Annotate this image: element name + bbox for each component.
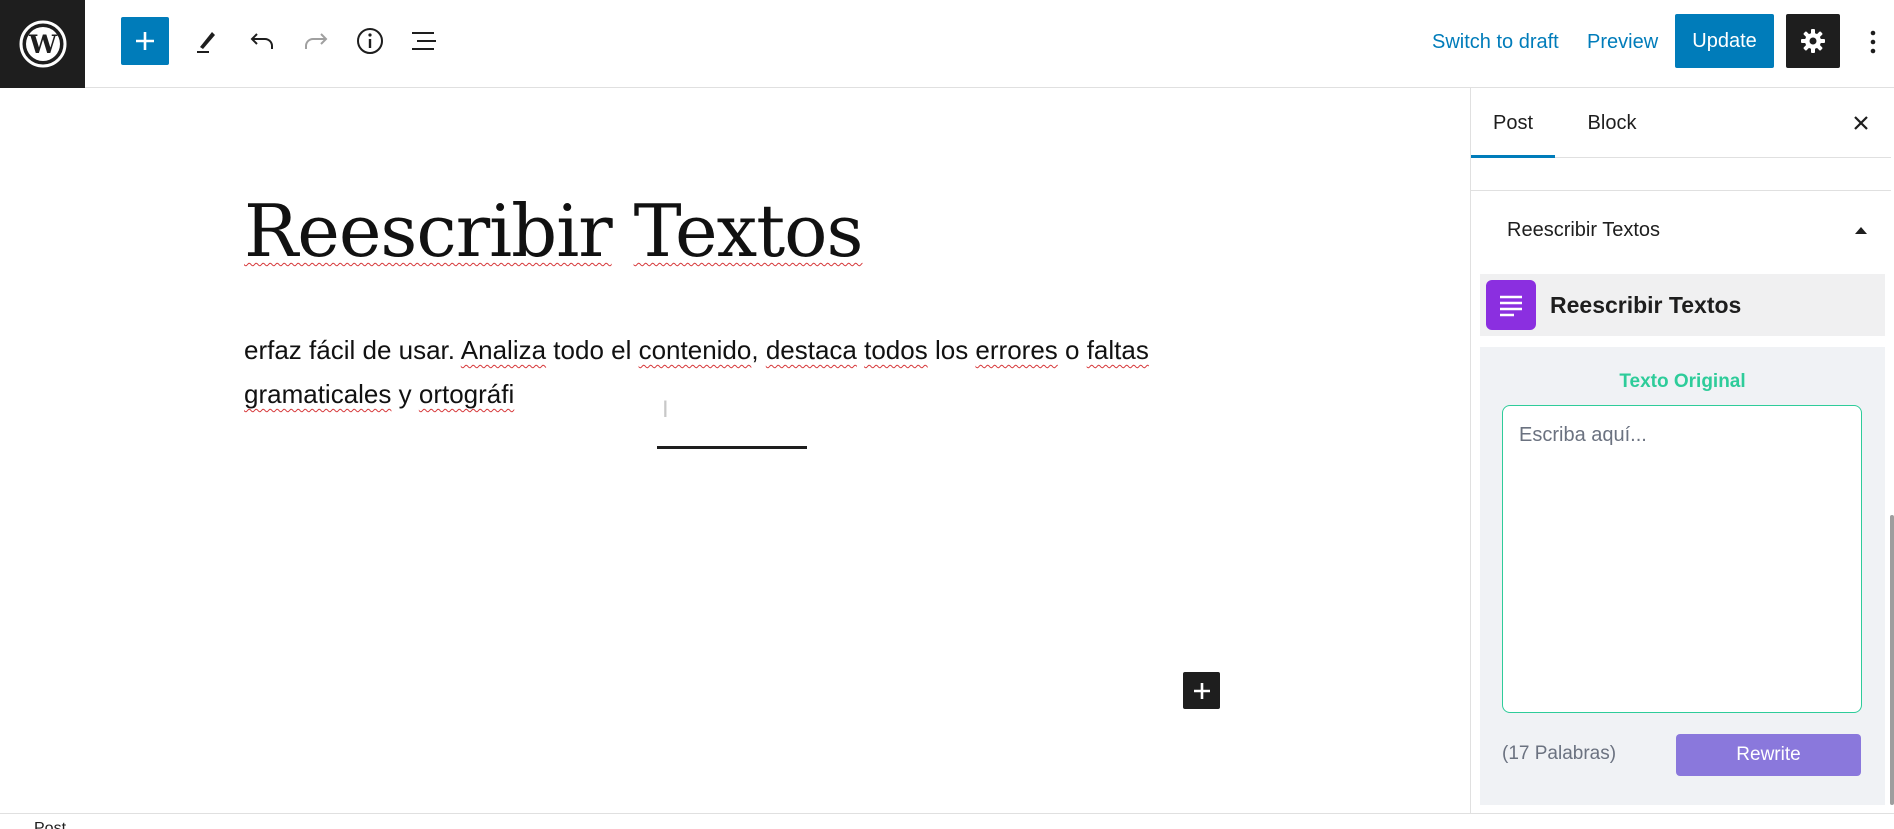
sidebar-scrollbar[interactable] [1890,515,1894,805]
plus-icon [136,32,154,50]
editor-canvas[interactable]: Reescribir Textos erfaz fácil de usar. A… [0,88,1470,813]
breadcrumb[interactable]: Post [34,819,66,829]
rewrite-button[interactable]: Rewrite [1676,734,1861,776]
inline-block-inserter-button[interactable] [1183,672,1220,709]
paragraph-text: y [391,379,419,409]
close-icon [1854,116,1868,130]
panel-divider [1471,190,1891,191]
tab-post[interactable]: Post [1471,88,1555,158]
switch-to-draft-button[interactable]: Switch to draft [1432,30,1559,54]
redo-button[interactable] [292,17,340,65]
paragraph-block[interactable]: erfaz fácil de usar. Analiza todo el con… [244,328,1224,416]
spell-error-word: destaca [765,335,857,365]
original-text-input[interactable] [1502,405,1862,713]
spell-error-word: todos [864,335,928,365]
tab-block[interactable]: Block [1577,88,1647,158]
gear-icon [1801,29,1825,53]
undo-button[interactable] [238,17,286,65]
block-inserter-button[interactable] [121,17,169,65]
close-sidebar-button[interactable] [1846,108,1876,138]
spell-error-word: contenido [638,335,752,365]
info-icon [357,28,383,54]
spell-error-word: ortográfi [418,379,515,409]
update-button[interactable]: Update [1675,14,1774,68]
post-title[interactable]: Reescribir Textos [244,186,864,276]
pencil-icon [197,32,215,53]
plus-icon [1193,682,1210,699]
word-count: (17 Palabras) [1502,743,1617,764]
sidebar-tabs: Post Block [1471,88,1891,158]
list-view-button[interactable] [400,17,448,65]
original-text-label: Texto Original [1619,371,1746,392]
editor-toolbar: W Switch to draft Preview Update [0,0,1894,88]
paragraph-text: todo el [546,335,639,365]
settings-sidebar: Post Block Reescribir Textos Reescribir … [1470,88,1894,813]
paragraph-text: los [927,335,976,365]
tools-button[interactable] [183,17,231,65]
paragraph-text: , [751,335,766,365]
details-button[interactable] [346,17,394,65]
list-view-icon [412,32,436,50]
svg-text:W: W [27,30,57,59]
text-lines-icon [1486,280,1536,330]
plugin-title: Reescribir Textos [1550,292,1742,318]
paragraph-text: erfaz fácil de usar. [244,335,461,365]
caret-up-icon [1855,227,1867,234]
spell-error-word: Analiza [460,335,547,365]
wordpress-logo-button[interactable]: W [0,0,85,88]
wordpress-logo-icon: W [19,20,66,68]
undo-icon [250,33,273,49]
title-word: Textos [633,189,864,273]
spell-error-word: errores [975,335,1058,365]
paragraph-text: o [1057,335,1087,365]
panel-toggle-button[interactable] [1851,220,1871,240]
options-button[interactable] [1858,20,1888,64]
settings-button[interactable] [1786,14,1840,68]
block-breadcrumb-bar: Post [0,813,1894,829]
separator-block[interactable] [657,446,807,449]
panel-title[interactable]: Reescribir Textos [1507,215,1660,245]
title-word: Reescribir [244,189,613,273]
plugin-body: Texto Original (17 Palabras) Rewrite [1480,347,1885,805]
text-cursor-icon: I [662,396,669,423]
more-vertical-icon [1870,30,1876,54]
plugin-header: Reescribir Textos [1480,274,1885,336]
spell-error-word: faltas [1086,335,1149,365]
spell-error-word: gramaticales [244,379,392,409]
preview-button[interactable]: Preview [1587,30,1658,54]
redo-icon [305,33,328,49]
